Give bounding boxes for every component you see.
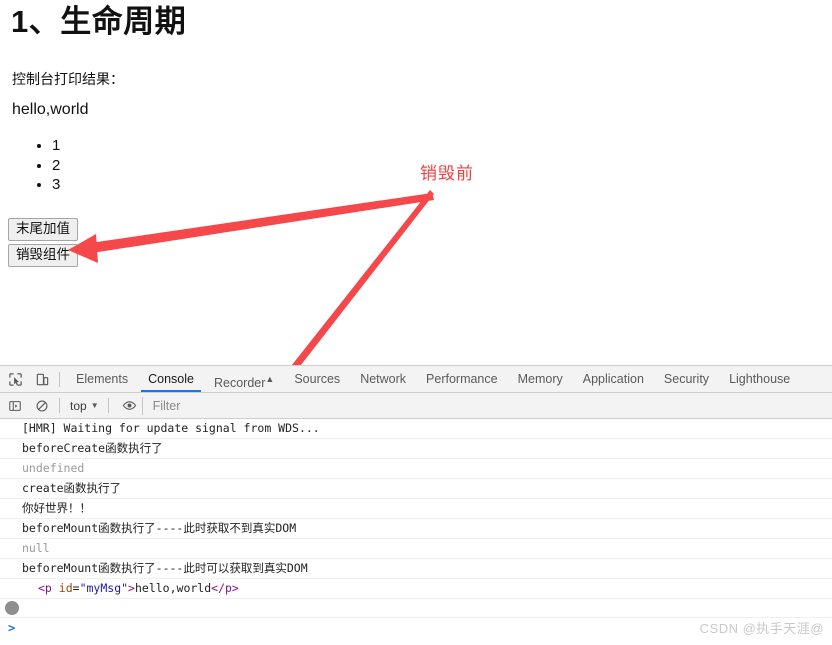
live-expression-eye-icon[interactable] (118, 394, 142, 418)
prompt-caret-icon: > (8, 621, 16, 635)
console-log-row: beforeMount函数执行了----此时获取不到真实DOM (0, 519, 832, 539)
console-log-text: 你好世界！！ (22, 501, 91, 515)
console-log-row: [HMR] Waiting for update signal from WDS… (0, 419, 832, 439)
inspect-element-icon[interactable] (3, 367, 27, 391)
console-dom-node-row[interactable]: <p id="myMsg">hello,world</p> (0, 579, 832, 599)
list-item: 1 (52, 136, 60, 156)
list-item: 3 (52, 175, 60, 195)
console-log-row-grouped (0, 599, 832, 618)
devtools-panel: Elements Console Recorder▲ Sources Netwo… (0, 365, 832, 645)
tab-network[interactable]: Network (350, 366, 416, 392)
console-log-row: 你好世界！！ (0, 499, 832, 519)
console-toolbar-divider-2 (107, 398, 109, 413)
console-log-text: beforeMount函数执行了----此时可以获取到真实DOM (22, 561, 308, 575)
page-message-text: hello,world (12, 101, 89, 118)
console-result-row: null (0, 539, 832, 559)
chevron-down-icon: ▼ (90, 401, 99, 410)
console-log-row: beforeCreate函数执行了 (0, 439, 832, 459)
filter-field-wrap (141, 395, 832, 416)
annotation-label: 销毁前 (420, 164, 474, 183)
console-log-text: undefined (22, 461, 85, 475)
devtools-tabbar: Elements Console Recorder▲ Sources Netwo… (0, 366, 832, 393)
toolbar-divider (59, 371, 60, 387)
console-log-text: [HMR] Waiting for update signal from WDS… (22, 421, 320, 435)
console-log-row: create函数执行了 (0, 479, 832, 499)
filter-input[interactable] (150, 395, 826, 416)
tab-security[interactable]: Security (654, 366, 719, 392)
screenshot-root: 1、生命周期 控制台打印结果： hello,world 1 2 3 末尾加值 销… (0, 0, 832, 645)
console-log-text: beforeMount函数执行了----此时获取不到真实DOM (22, 521, 297, 535)
tab-recorder-label: Recorder (213, 376, 266, 391)
tab-lighthouse[interactable]: Lighthouse (719, 366, 800, 392)
watermark: CSDN @执手天涯@ (699, 621, 824, 636)
device-toolbar-icon[interactable] (30, 367, 54, 391)
append-value-button[interactable]: 末尾加值 (8, 218, 78, 241)
tab-recorder[interactable]: Recorder▲ (204, 366, 284, 392)
execution-context-selector[interactable]: top ▼ (66, 399, 103, 413)
console-result-row: undefined (0, 459, 832, 479)
console-log-row: beforeMount函数执行了----此时可以获取到真实DOM (0, 559, 832, 579)
tab-application[interactable]: Application (573, 366, 654, 392)
tab-performance[interactable]: Performance (416, 366, 508, 392)
page-intro-text: 控制台打印结果： (12, 71, 124, 87)
tab-console[interactable]: Console (138, 366, 204, 392)
console-log-list[interactable]: [HMR] Waiting for update signal from WDS… (0, 419, 832, 644)
recorder-experiment-icon: ▲ (265, 374, 275, 384)
console-sidebar-toggle-icon[interactable] (3, 394, 27, 418)
console-dom-node-text: <p id="myMsg">hello,world</p> (38, 581, 239, 595)
destroy-component-button[interactable]: 销毁组件 (8, 244, 78, 267)
repeat-count-badge (5, 601, 19, 615)
console-log-text: null (22, 541, 50, 555)
clear-console-icon[interactable] (30, 394, 54, 418)
number-list: 1 2 3 (12, 136, 60, 195)
tab-memory[interactable]: Memory (508, 366, 573, 392)
web-page-viewport: 1、生命周期 控制台打印结果： hello,world 1 2 3 末尾加值 销… (0, 0, 832, 365)
console-toolbar-divider (59, 398, 60, 413)
page-title: 1、生命周期 (11, 4, 187, 39)
console-log-text: beforeCreate函数执行了 (22, 441, 163, 455)
console-log-text: create函数执行了 (22, 481, 122, 495)
tab-sources[interactable]: Sources (284, 366, 350, 392)
tab-elements[interactable]: Elements (66, 366, 138, 392)
list-item: 2 (52, 156, 60, 176)
execution-context-label: top (70, 398, 87, 413)
page-buttons: 末尾加值 销毁组件 (8, 218, 78, 270)
console-toolbar: top ▼ (0, 393, 832, 419)
